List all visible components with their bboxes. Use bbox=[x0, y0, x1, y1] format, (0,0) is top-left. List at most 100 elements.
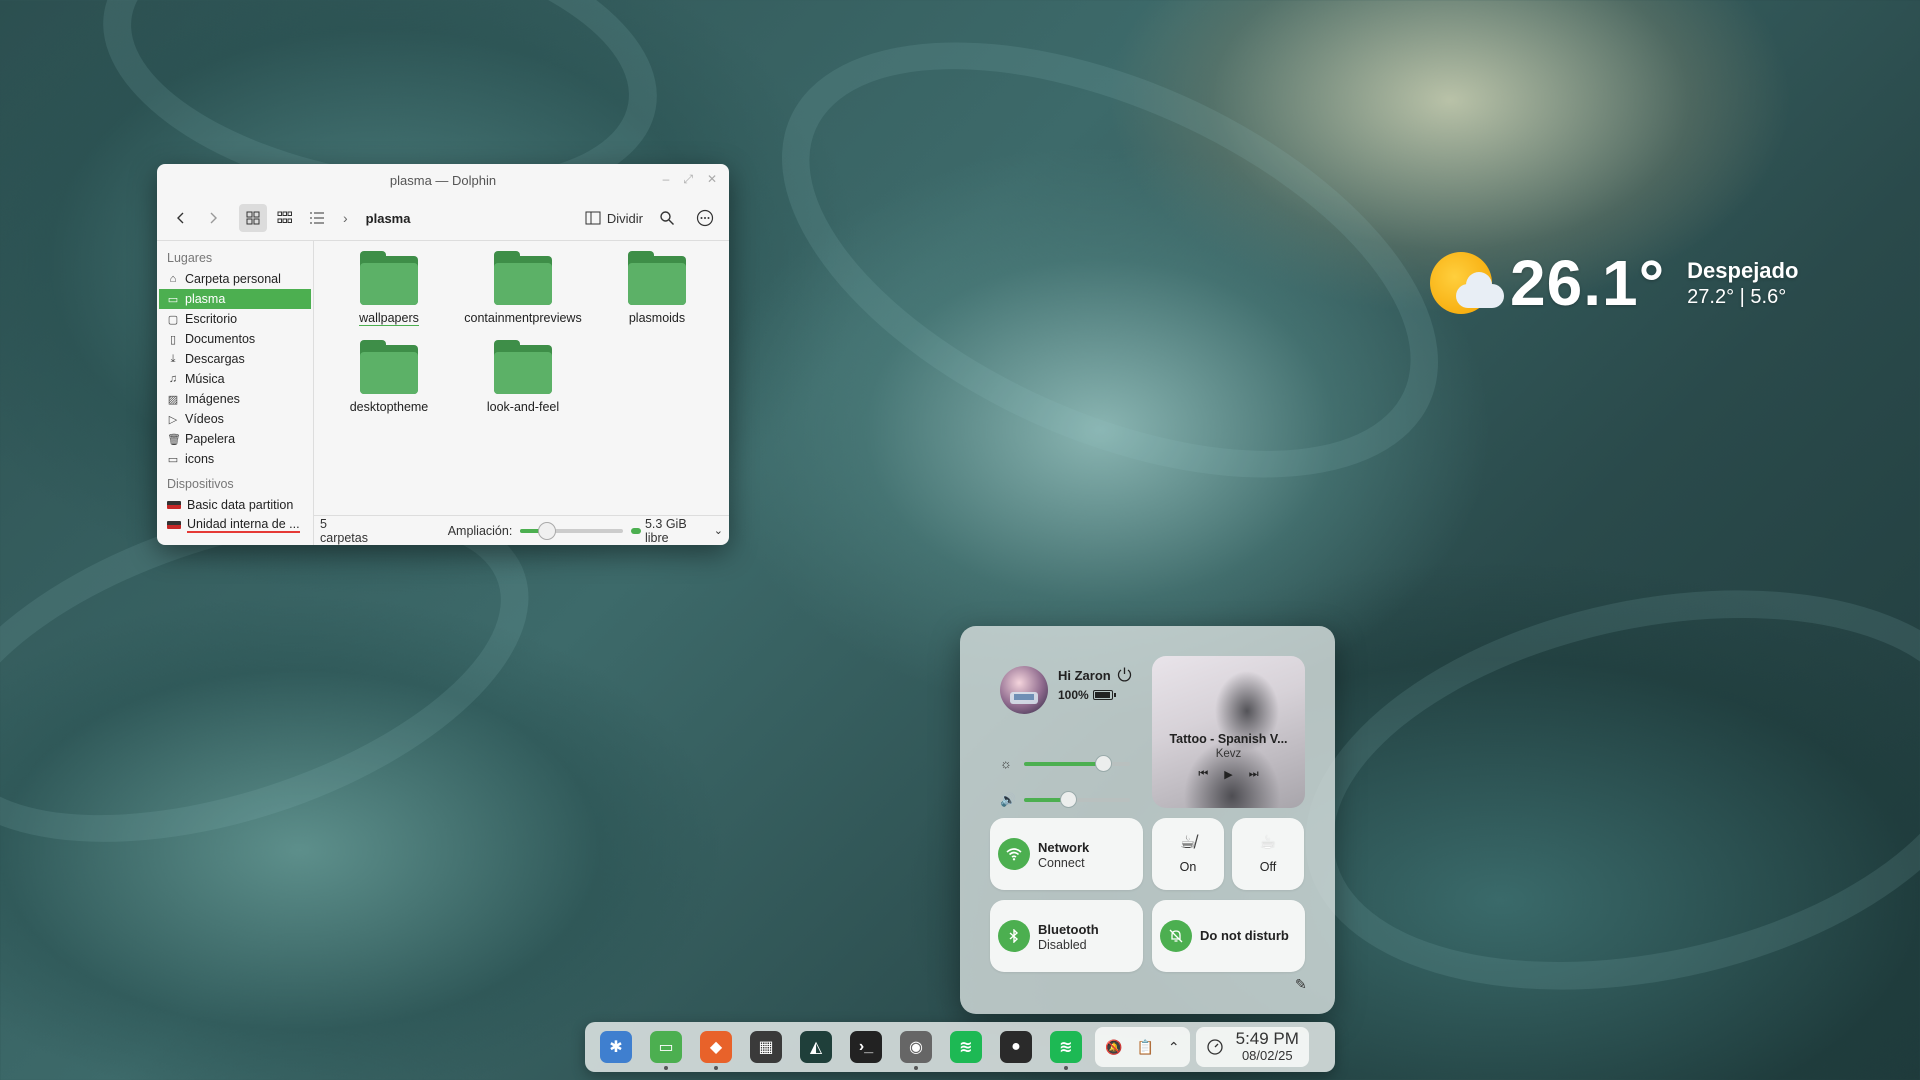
list-icon bbox=[310, 212, 324, 224]
sidebar-item-downloads[interactable]: ⤓ Descargas bbox=[157, 349, 313, 369]
back-button[interactable] bbox=[167, 204, 195, 232]
volume-slider[interactable] bbox=[1024, 791, 1130, 808]
wallpaper-rope bbox=[1268, 531, 1920, 1049]
zoom-slider[interactable] bbox=[520, 521, 624, 540]
clipboard-icon[interactable]: 📋 bbox=[1136, 1039, 1153, 1056]
taskbar-app-chrome[interactable]: ◉ bbox=[891, 1022, 941, 1072]
free-space[interactable]: 5.3 GiB libre bbox=[645, 517, 712, 545]
sidebar-item-images[interactable]: ▨ Imágenes bbox=[157, 389, 313, 409]
volume-slider-row: 🔊 bbox=[1000, 791, 1130, 808]
taskbar-app-image-viewer[interactable]: ◭ bbox=[791, 1022, 841, 1072]
spotify-icon: ≋ bbox=[950, 1031, 982, 1063]
titlebar[interactable]: plasma — Dolphin – ⤢ ✕ bbox=[157, 164, 729, 196]
compact-view-button[interactable] bbox=[271, 204, 299, 232]
folder-label: desktoptheme bbox=[349, 400, 429, 414]
chevron-up-icon[interactable]: ⌃ bbox=[1168, 1039, 1180, 1056]
taskbar-app-gitlab[interactable]: ◆ bbox=[691, 1022, 741, 1072]
sidebar-item-internal-drive[interactable]: Unidad interna de ... bbox=[157, 515, 313, 535]
taskbar-app-spotify[interactable]: ≋ bbox=[941, 1022, 991, 1072]
split-view-icon bbox=[585, 211, 601, 225]
clock-time: 5:49 PM bbox=[1235, 1029, 1299, 1048]
coffee-cup-icon: ☕ bbox=[1259, 832, 1277, 852]
status-bar: 5 carpetas Ampliación: 5.3 GiB libre ⌄ bbox=[314, 515, 729, 545]
zoom-label: Ampliación: bbox=[447, 523, 513, 538]
icons-view-button[interactable] bbox=[239, 204, 267, 232]
sidebar-item-trash[interactable]: 🗑 Papelera bbox=[157, 429, 313, 449]
sidebar-item-documents[interactable]: ▯ Documentos bbox=[157, 329, 313, 349]
play-icon[interactable]: ▶ bbox=[1224, 768, 1232, 781]
menu-button[interactable] bbox=[691, 204, 719, 232]
taskbar: ✱ ▭ ◆ ▦ ◭ ›_ ◉ ≋ ● ≋ 🔕 📋 ⌃ 5:49 PM 08/02/25 bbox=[585, 1022, 1335, 1072]
edit-icon[interactable]: ✎ bbox=[1295, 976, 1307, 993]
clock-date: 08/02/25 bbox=[1241, 1048, 1293, 1063]
breadcrumb[interactable]: plasma bbox=[366, 211, 411, 226]
network-title: Network bbox=[1038, 840, 1090, 855]
toolbar: › plasma Dividir bbox=[157, 196, 729, 240]
sidebar-item-home[interactable]: ⌂ Carpeta personal bbox=[157, 269, 313, 289]
taskbar-app-store[interactable]: ▦ bbox=[741, 1022, 791, 1072]
details-view-button[interactable] bbox=[303, 204, 331, 232]
media-player[interactable]: Tattoo - Spanish V... Kevz ⏮ ▶ ⏭ bbox=[1152, 656, 1305, 808]
coffee-toggle[interactable]: ☕ Off bbox=[1232, 818, 1304, 890]
sidebar-item-icons[interactable]: ▭ icons bbox=[157, 449, 313, 469]
split-button[interactable]: Dividir bbox=[585, 211, 643, 226]
sidebar-item-plasma[interactable]: ▭ plasma bbox=[159, 289, 311, 309]
brightness-slider[interactable] bbox=[1024, 754, 1130, 772]
sidebar-item-desktop[interactable]: ▢ Escritorio bbox=[157, 309, 313, 329]
split-label: Dividir bbox=[606, 210, 643, 226]
sidebar-item-label: Carpeta personal bbox=[185, 272, 281, 286]
forward-button[interactable] bbox=[199, 204, 227, 232]
folder-item[interactable]: containmentpreviews bbox=[456, 251, 590, 326]
search-button[interactable] bbox=[653, 204, 681, 232]
volume-slider-handle[interactable] bbox=[1059, 791, 1077, 808]
power-icon[interactable] bbox=[1116, 666, 1133, 683]
taskbar-app-files[interactable]: ▭ bbox=[641, 1022, 691, 1072]
sidebar-item-basic-partition[interactable]: Basic data partition bbox=[157, 495, 313, 515]
temperature: 26.1° bbox=[1510, 247, 1666, 319]
volume-icon: 🔊 bbox=[1000, 792, 1017, 807]
toggle-state: Off bbox=[1259, 860, 1277, 874]
folder-item[interactable]: wallpapers bbox=[322, 251, 456, 326]
taskbar-app-settings[interactable]: ✱ bbox=[591, 1022, 641, 1072]
chevron-down-icon[interactable]: ⌄ bbox=[714, 524, 723, 537]
brightness-slider-row: ☼ bbox=[1000, 754, 1130, 772]
folder-icon bbox=[494, 251, 552, 305]
trash-icon: 🗑 bbox=[167, 433, 181, 446]
taskbar-app-github[interactable]: ● bbox=[991, 1022, 1041, 1072]
weather-widget[interactable]: 26.1° Despejado 27.2° | 5.6° bbox=[1430, 246, 1798, 320]
caffeine-toggle[interactable]: ☕̸ On bbox=[1152, 818, 1224, 890]
maximize-icon[interactable]: ⤢ bbox=[683, 172, 693, 187]
minimize-icon[interactable]: – bbox=[663, 172, 670, 187]
taskbar-app-spotify-2[interactable]: ≋ bbox=[1041, 1022, 1091, 1072]
avatar[interactable] bbox=[1000, 666, 1048, 714]
dnd-title: Do not disturb bbox=[1200, 928, 1289, 943]
chevron-left-icon bbox=[177, 212, 184, 224]
folder-item[interactable]: desktoptheme bbox=[322, 340, 456, 415]
folder-item[interactable]: look-and-feel bbox=[456, 340, 590, 415]
next-track-icon[interactable]: ⏭ bbox=[1249, 768, 1259, 781]
sidebar-item-label: Descargas bbox=[185, 352, 245, 366]
previous-track-icon[interactable]: ⏮ bbox=[1198, 768, 1208, 781]
close-icon[interactable]: ✕ bbox=[707, 172, 717, 187]
brightness-slider-handle[interactable] bbox=[1094, 754, 1112, 772]
folder-label: plasmoids bbox=[628, 311, 686, 325]
bluetooth-tile[interactable]: Bluetooth Disabled bbox=[990, 900, 1143, 972]
document-icon: ▯ bbox=[169, 333, 177, 346]
more-options-icon bbox=[696, 209, 714, 227]
network-tile[interactable]: Network Connect bbox=[990, 818, 1143, 890]
timer-icon[interactable] bbox=[1206, 1038, 1224, 1056]
files-icon: ▭ bbox=[650, 1031, 682, 1063]
dnd-tile[interactable]: Do not disturb bbox=[1152, 900, 1305, 972]
dolphin-window[interactable]: plasma — Dolphin – ⤢ ✕ › plasma Dividir bbox=[157, 164, 729, 545]
notification-off-icon[interactable]: 🔕 bbox=[1105, 1039, 1122, 1056]
taskbar-app-terminal[interactable]: ›_ bbox=[841, 1022, 891, 1072]
sidebar-item-videos[interactable]: ▷ Vídeos bbox=[157, 409, 313, 429]
sidebar-item-label: Documentos bbox=[185, 332, 256, 346]
drive-icon bbox=[167, 501, 181, 509]
file-view[interactable]: wallpapers containmentpreviews plasmoids… bbox=[314, 241, 729, 545]
folder-item[interactable]: plasmoids bbox=[590, 251, 724, 326]
sidebar-item-music[interactable]: ♫ Música bbox=[157, 369, 313, 389]
clock-widget[interactable]: 5:49 PM 08/02/25 bbox=[1195, 1027, 1309, 1067]
zoom-slider-handle[interactable] bbox=[537, 521, 556, 540]
sidebar-item-label: Imágenes bbox=[185, 392, 240, 406]
